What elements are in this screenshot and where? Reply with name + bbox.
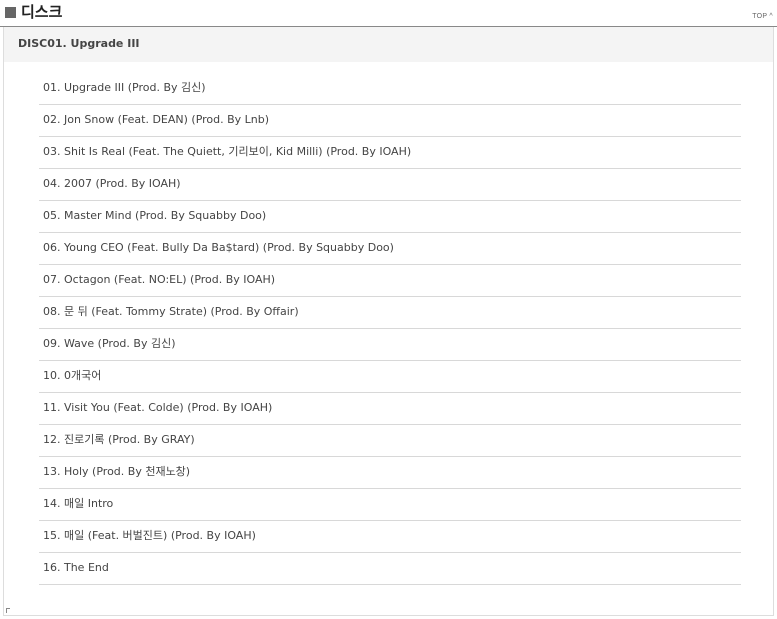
track-title: 02. Jon Snow (Feat. DEAN) (Prod. By Lnb) [43, 113, 270, 126]
track-title: 16. The End [43, 561, 109, 574]
track-title: 15. 매일 (Feat. 버벌진트) (Prod. By IOAH) [43, 529, 256, 542]
track-title: 06. Young CEO (Feat. Bully Da Ba$tard) (… [43, 241, 394, 254]
track-title: 08. 문 뒤 (Feat. Tommy Strate) (Prod. By O… [43, 305, 299, 318]
track-row: 05. Master Mind (Prod. By Squabby Doo) [39, 201, 741, 233]
top-link-label: TOP [752, 13, 768, 20]
track-row: 11. Visit You (Feat. Colde) (Prod. By IO… [39, 393, 741, 425]
track-title: 10. 0개국어 [43, 369, 102, 382]
track-title: 03. Shit Is Real (Feat. The Quiett, 기리보이… [43, 145, 412, 158]
track-title: 11. Visit You (Feat. Colde) (Prod. By IO… [43, 401, 273, 414]
track-row: 13. Holy (Prod. By 천재노창) [39, 457, 741, 489]
track-title: 01. Upgrade III (Prod. By 김신) [43, 81, 206, 94]
track-title: 09. Wave (Prod. By 김신) [43, 337, 176, 350]
track-row: 09. Wave (Prod. By 김신) [39, 329, 741, 361]
track-title: 13. Holy (Prod. By 천재노창) [43, 465, 191, 478]
track-row: 07. Octagon (Feat. NO:EL) (Prod. By IOAH… [39, 265, 741, 297]
track-row: 16. The End [39, 553, 741, 585]
section-bullet-icon [5, 7, 16, 18]
track-title: 14. 매일 Intro [43, 497, 114, 510]
disc-section-header: 디스크 TOP ^ [0, 0, 777, 27]
disc-box: DISC01. Upgrade III 01. Upgrade III (Pro… [3, 27, 774, 616]
top-link[interactable]: TOP ^ [752, 12, 773, 21]
track-row: 03. Shit Is Real (Feat. The Quiett, 기리보이… [39, 137, 741, 169]
disc-title: DISC01. Upgrade III [18, 37, 140, 50]
track-row: 10. 0개국어 [39, 361, 741, 393]
section-title: 디스크 [21, 3, 63, 21]
disc-title-bar: DISC01. Upgrade III [4, 27, 773, 62]
track-row: 12. 진로기록 (Prod. By GRAY) [39, 425, 741, 457]
track-row: 04. 2007 (Prod. By IOAH) [39, 169, 741, 201]
track-title: 12. 진로기록 (Prod. By GRAY) [43, 433, 195, 446]
track-row: 15. 매일 (Feat. 버벌진트) (Prod. By IOAH) [39, 521, 741, 553]
track-row: 14. 매일 Intro [39, 489, 741, 521]
track-row: 08. 문 뒤 (Feat. Tommy Strate) (Prod. By O… [39, 297, 741, 329]
track-row: 01. Upgrade III (Prod. By 김신) [39, 73, 741, 105]
track-list: 01. Upgrade III (Prod. By 김신) 02. Jon Sn… [39, 73, 741, 585]
track-title: 04. 2007 (Prod. By IOAH) [43, 177, 181, 190]
corner-mark-icon [6, 608, 10, 613]
track-row: 06. Young CEO (Feat. Bully Da Ba$tard) (… [39, 233, 741, 265]
caret-up-icon: ^ [769, 13, 773, 20]
track-row: 02. Jon Snow (Feat. DEAN) (Prod. By Lnb) [39, 105, 741, 137]
track-title: 05. Master Mind (Prod. By Squabby Doo) [43, 209, 267, 222]
track-title: 07. Octagon (Feat. NO:EL) (Prod. By IOAH… [43, 273, 276, 286]
